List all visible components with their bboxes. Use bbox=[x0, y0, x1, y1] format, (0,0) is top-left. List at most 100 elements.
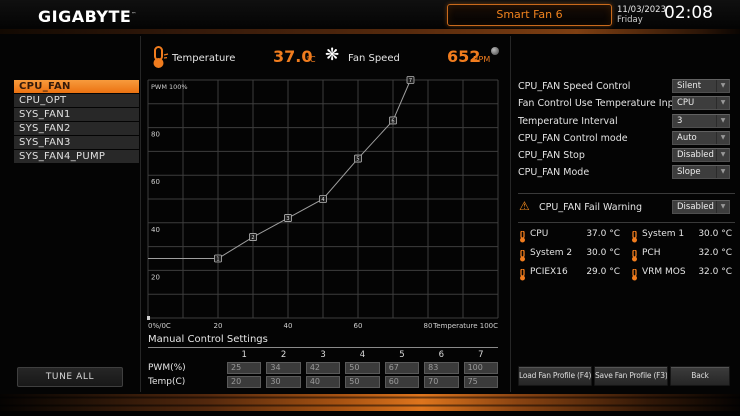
temp-value: 30.0 °C bbox=[586, 248, 620, 258]
curve-point-4[interactable]: 4 bbox=[320, 196, 327, 203]
fan-speed-label: Fan Speed bbox=[348, 53, 400, 64]
temp-value: 29.0 °C bbox=[586, 267, 620, 277]
curve-point-7[interactable]: 7 bbox=[407, 77, 414, 84]
tune-all-button[interactable]: TUNE ALL bbox=[17, 367, 123, 387]
curve-point-3[interactable]: 3 bbox=[285, 215, 292, 222]
manual-col-header: 5 bbox=[385, 350, 419, 360]
axis-label: 20 bbox=[151, 273, 160, 281]
axis-label: 20 bbox=[214, 322, 223, 330]
temp-readout-cpu: CPU 37.0 °C bbox=[518, 228, 620, 240]
fail-warning-dropdown[interactable]: Disabled ▼ bbox=[672, 200, 730, 214]
thermometer-icon bbox=[630, 247, 639, 266]
curve-point-6[interactable]: 6 bbox=[390, 117, 397, 124]
fail-warning-label: CPU_FAN Fail Warning bbox=[539, 202, 642, 213]
divider-sidebar-chart bbox=[140, 36, 141, 392]
setting-value: Silent bbox=[673, 80, 716, 92]
axis-label: 40 bbox=[284, 322, 293, 330]
save-fan-profile-button[interactable]: Save Fan Profile (F3) bbox=[594, 366, 668, 386]
temp-name: VRM MOS bbox=[642, 267, 686, 277]
sidebar-item-sys_fan1[interactable]: SYS_FAN1 bbox=[14, 108, 139, 121]
setting-value: Disabled bbox=[673, 149, 716, 161]
axis-label: 80 bbox=[151, 131, 160, 139]
temp-value: 37.0 °C bbox=[586, 229, 620, 239]
gigabyte-logo: GIGABYTE™ bbox=[38, 7, 137, 26]
trademark-mark: ™ bbox=[131, 12, 137, 18]
setting-row-2: Temperature Interval 3▼ bbox=[518, 113, 730, 130]
manual-cell-input[interactable]: 42 bbox=[306, 362, 340, 374]
manual-col-header: 4 bbox=[345, 350, 379, 360]
manual-cell-input[interactable]: 75 bbox=[464, 376, 498, 388]
setting-dropdown[interactable]: Slope▼ bbox=[672, 165, 730, 179]
thermometer-icon bbox=[518, 247, 527, 266]
manual-cell-input[interactable]: 40 bbox=[306, 376, 340, 388]
temp-name: System 1 bbox=[642, 229, 684, 239]
thermometer-icon bbox=[518, 266, 527, 285]
day-text: Friday bbox=[617, 15, 643, 25]
manual-cell-input[interactable]: 67 bbox=[385, 362, 419, 374]
sidebar-item-sys_fan4_pump[interactable]: SYS_FAN4_PUMP bbox=[14, 150, 139, 163]
chevron-down-icon: ▼ bbox=[716, 132, 729, 144]
gear-icon[interactable] bbox=[491, 47, 499, 55]
setting-dropdown[interactable]: Disabled▼ bbox=[672, 148, 730, 162]
setting-label: CPU_FAN Mode bbox=[518, 167, 589, 178]
load-fan-profile-button[interactable]: Load Fan Profile (F4) bbox=[518, 366, 592, 386]
orange-divider-top bbox=[0, 29, 740, 34]
sidebar-item-cpu_fan[interactable]: CPU_FAN bbox=[14, 80, 139, 93]
svg-text:5: 5 bbox=[356, 156, 359, 162]
setting-label: Fan Control Use Temperature Input bbox=[518, 98, 683, 109]
chevron-down-icon: ▼ bbox=[716, 115, 729, 127]
manual-col-header: 1 bbox=[227, 350, 261, 360]
axis-label: Temperature 100C bbox=[432, 322, 498, 330]
tab-smart-fan-6[interactable]: Smart Fan 6 bbox=[447, 4, 612, 26]
date-text: 11/03/2023 bbox=[617, 5, 666, 15]
manual-cell-input[interactable]: 34 bbox=[266, 362, 300, 374]
manual-cell-input[interactable]: 50 bbox=[345, 376, 379, 388]
svg-text:7: 7 bbox=[409, 78, 412, 84]
axis-label: 80 bbox=[424, 322, 433, 330]
manual-cell-input[interactable]: 60 bbox=[385, 376, 419, 388]
temp-readout-pch: PCH32.0 °C bbox=[630, 247, 732, 259]
manual-col-header: 2 bbox=[266, 350, 300, 360]
manual-control-title: Manual Control Settings bbox=[148, 334, 498, 348]
setting-dropdown[interactable]: CPU▼ bbox=[672, 96, 730, 110]
top-bar: GIGABYTE™ Smart Fan 6 11/03/2023 Friday … bbox=[0, 0, 740, 30]
temperature-label: Temperature bbox=[172, 53, 235, 64]
manual-cell-input[interactable]: 25 bbox=[227, 362, 261, 374]
manual-row-label: Temp(C) bbox=[148, 377, 222, 387]
chevron-down-icon: ▼ bbox=[716, 149, 729, 161]
clock-text: 02:08 bbox=[664, 3, 713, 23]
setting-row-5: CPU_FAN Mode Slope▼ bbox=[518, 164, 730, 181]
manual-cell-input[interactable]: 20 bbox=[227, 376, 261, 388]
setting-label: CPU_FAN Stop bbox=[518, 150, 585, 161]
temp-name: CPU bbox=[530, 229, 548, 239]
setting-value: 3 bbox=[673, 115, 716, 127]
temp-name: PCH bbox=[642, 248, 660, 258]
axis-label: 60 bbox=[354, 322, 363, 330]
thermometer-icon bbox=[630, 228, 639, 247]
manual-cell-input[interactable]: 83 bbox=[424, 362, 458, 374]
sidebar-item-sys_fan2[interactable]: SYS_FAN2 bbox=[14, 122, 139, 135]
manual-cell-input[interactable]: 70 bbox=[424, 376, 458, 388]
setting-dropdown[interactable]: Silent▼ bbox=[672, 79, 730, 93]
curve-origin-handle[interactable] bbox=[147, 316, 150, 320]
back-button[interactable]: Back bbox=[670, 366, 730, 386]
fail-warning-row: ⚠ CPU_FAN Fail Warning Disabled ▼ bbox=[518, 198, 730, 216]
curve-point-1[interactable]: 1 bbox=[215, 255, 222, 262]
manual-cell-input[interactable]: 30 bbox=[266, 376, 300, 388]
sidebar-item-sys_fan3[interactable]: SYS_FAN3 bbox=[14, 136, 139, 149]
fan-curve-svg[interactable]: PWM 100%204060800%/0C20406080Temperature… bbox=[147, 75, 499, 331]
setting-label: CPU_FAN Speed Control bbox=[518, 81, 630, 92]
setting-dropdown[interactable]: 3▼ bbox=[672, 114, 730, 128]
axis-label: PWM 100% bbox=[151, 83, 188, 91]
manual-row-label: PWM(%) bbox=[148, 363, 222, 373]
thermometer-icon bbox=[148, 45, 170, 70]
setting-value: CPU bbox=[673, 97, 716, 109]
curve-point-5[interactable]: 5 bbox=[355, 155, 362, 162]
setting-label: Temperature Interval bbox=[518, 116, 618, 127]
curve-point-2[interactable]: 2 bbox=[250, 234, 257, 241]
sidebar-item-cpu_opt[interactable]: CPU_OPT bbox=[14, 94, 139, 107]
temp-readout-system-1: System 130.0 °C bbox=[630, 228, 732, 240]
manual-cell-input[interactable]: 100 bbox=[464, 362, 498, 374]
manual-cell-input[interactable]: 50 bbox=[345, 362, 379, 374]
setting-dropdown[interactable]: Auto▼ bbox=[672, 131, 730, 145]
